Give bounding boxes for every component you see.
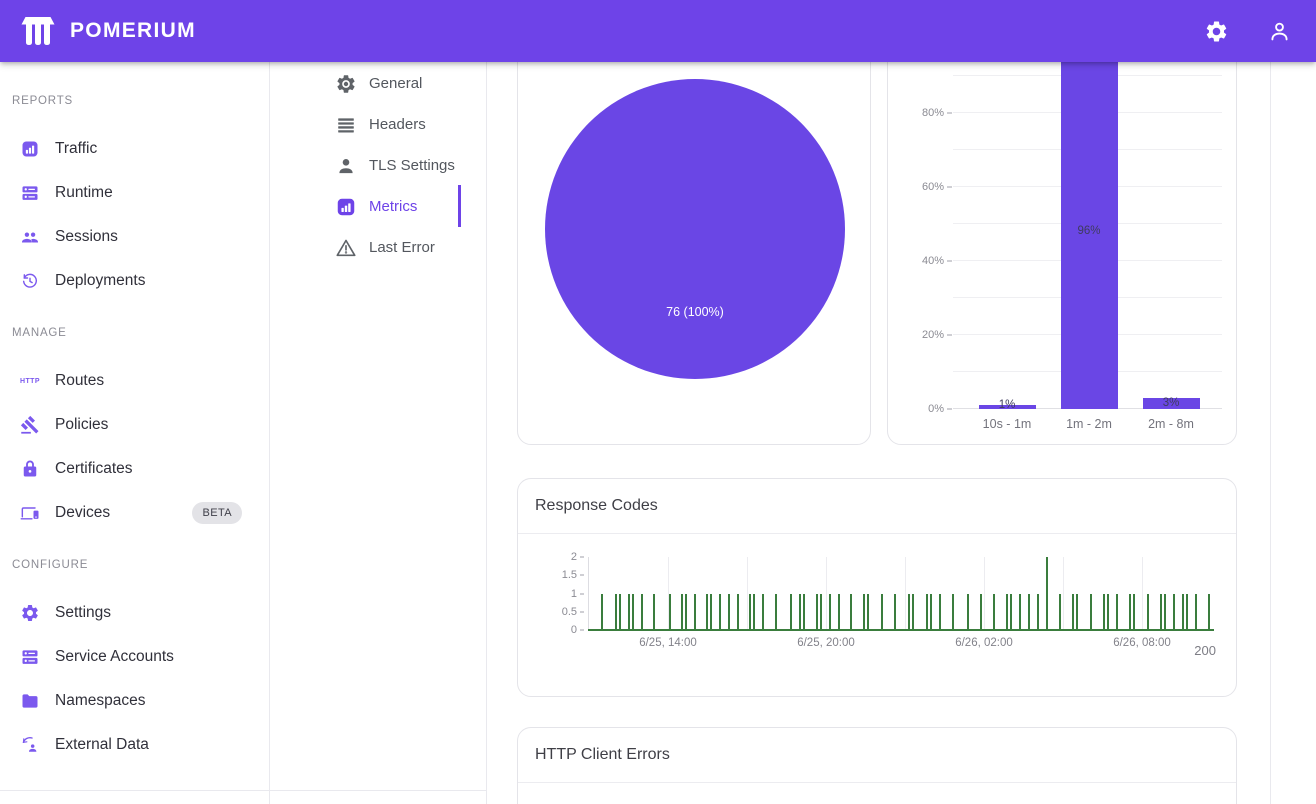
tab-label: Headers — [369, 116, 426, 133]
sidebar-item-deployments[interactable]: Deployments — [0, 259, 269, 303]
tab-label: Last Error — [369, 239, 435, 256]
sidebar-item-routes[interactable]: HTTP Routes — [0, 359, 269, 403]
primary-sidebar: REPORTS Traffic Runtime Sessions Deploym… — [0, 62, 270, 804]
response-codes-card: Response Codes 00.511.52 200 6/25, 14:00… — [517, 478, 1237, 697]
tab-headers[interactable]: Headers — [270, 104, 486, 145]
scrollbar[interactable] — [1270, 62, 1316, 804]
gear-outline-icon — [335, 73, 357, 95]
sidebar-item-namespaces[interactable]: Namespaces — [0, 679, 269, 723]
sidebar-item-runtime[interactable]: Runtime — [0, 171, 269, 215]
requests-pie-card: 76 (100%) — [517, 62, 871, 445]
pie-slice-label: 76 (100%) — [545, 305, 845, 319]
response-codes-chart — [588, 557, 1214, 630]
card-title: HTTP Client Errors — [535, 746, 670, 764]
sidebar-item-label: Settings — [55, 604, 111, 622]
tab-label: General — [369, 75, 422, 92]
brand-name: POMERIUM — [70, 19, 196, 43]
sidebar-item-label: Policies — [55, 416, 108, 434]
tab-last-error[interactable]: Last Error — [270, 227, 486, 268]
card-header: Response Codes — [518, 479, 1236, 534]
lock-icon — [20, 459, 40, 479]
sidebar-item-certificates[interactable]: Certificates — [0, 447, 269, 491]
sync-person-icon — [20, 735, 40, 755]
card-title: Response Codes — [535, 497, 658, 515]
main-content: 76 (100%) 0%20%40%60%80% 1%10s - 1m96%1m… — [487, 62, 1316, 804]
person-icon — [335, 155, 357, 177]
warning-icon — [335, 237, 357, 259]
subnav-divider — [270, 790, 486, 791]
sidebar-item-external-data[interactable]: External Data — [0, 723, 269, 767]
sidebar-item-label: Namespaces — [55, 692, 145, 710]
duration-histogram-y-axis: 0%20%40%60%80% — [888, 62, 952, 409]
duration-histogram-card: 0%20%40%60%80% 1%10s - 1m96%1m - 2m3%2m … — [887, 62, 1237, 445]
sidebar-item-devices[interactable]: Devices BETA — [0, 491, 269, 535]
tab-tls-settings[interactable]: TLS Settings — [270, 145, 486, 186]
dns-icon — [20, 647, 40, 667]
pomerium-logo-icon — [18, 14, 58, 48]
tab-label: TLS Settings — [369, 157, 455, 174]
folder-icon — [20, 691, 40, 711]
pie-chart — [545, 79, 845, 379]
dns-icon — [20, 183, 40, 203]
sidebar-item-traffic[interactable]: Traffic — [0, 127, 269, 171]
http-client-errors-card: HTTP Client Errors — [517, 727, 1237, 804]
sidebar-item-label: Deployments — [55, 272, 145, 290]
section-label-configure: CONFIGURE — [12, 559, 88, 571]
secondary-sidebar: General Headers TLS Settings Metrics Las… — [270, 62, 487, 804]
devices-icon — [20, 503, 40, 523]
traffic-chart-icon — [20, 139, 40, 159]
sidebar-item-label: Sessions — [55, 228, 118, 246]
section-label-manage: MANAGE — [12, 327, 67, 339]
sidebar-item-label: Service Accounts — [55, 648, 174, 666]
tab-label: Metrics — [369, 198, 417, 215]
http-icon: HTTP — [20, 371, 40, 391]
groups-icon — [20, 227, 40, 247]
response-codes-y-axis: 00.511.52 — [542, 557, 584, 630]
sidebar-item-label: Certificates — [55, 460, 133, 478]
sidebar-item-policies[interactable]: Policies — [0, 403, 269, 447]
section-label-reports: REPORTS — [12, 95, 73, 107]
sidebar-item-label: Runtime — [55, 184, 113, 202]
history-icon — [20, 271, 40, 291]
sidebar-item-settings[interactable]: Settings — [0, 591, 269, 635]
sidebar-divider — [0, 790, 269, 791]
beta-badge: BETA — [192, 502, 242, 524]
app-header: POMERIUM — [0, 0, 1316, 62]
list-icon — [335, 114, 357, 136]
sidebar-item-label: External Data — [55, 736, 149, 754]
series-legend-200: 200 — [1194, 643, 1216, 658]
pomerium-logo[interactable]: POMERIUM — [18, 14, 196, 48]
user-account-icon[interactable] — [1267, 19, 1292, 44]
sidebar-item-service-accounts[interactable]: Service Accounts — [0, 635, 269, 679]
sidebar-item-label: Devices — [55, 504, 110, 522]
gear-icon — [20, 603, 40, 623]
sidebar-item-sessions[interactable]: Sessions — [0, 215, 269, 259]
metrics-chart-icon — [335, 196, 357, 218]
tab-metrics[interactable]: Metrics — [270, 186, 486, 227]
tab-general[interactable]: General — [270, 63, 486, 104]
duration-histogram-chart: 1%10s - 1m96%1m - 2m3%2m - 8m — [953, 62, 1222, 409]
gavel-icon — [20, 415, 40, 435]
sidebar-item-label: Routes — [55, 372, 104, 390]
settings-gear-icon[interactable] — [1204, 19, 1229, 44]
card-header: HTTP Client Errors — [518, 728, 1236, 783]
active-tab-indicator — [458, 185, 461, 227]
sidebar-item-label: Traffic — [55, 140, 97, 158]
